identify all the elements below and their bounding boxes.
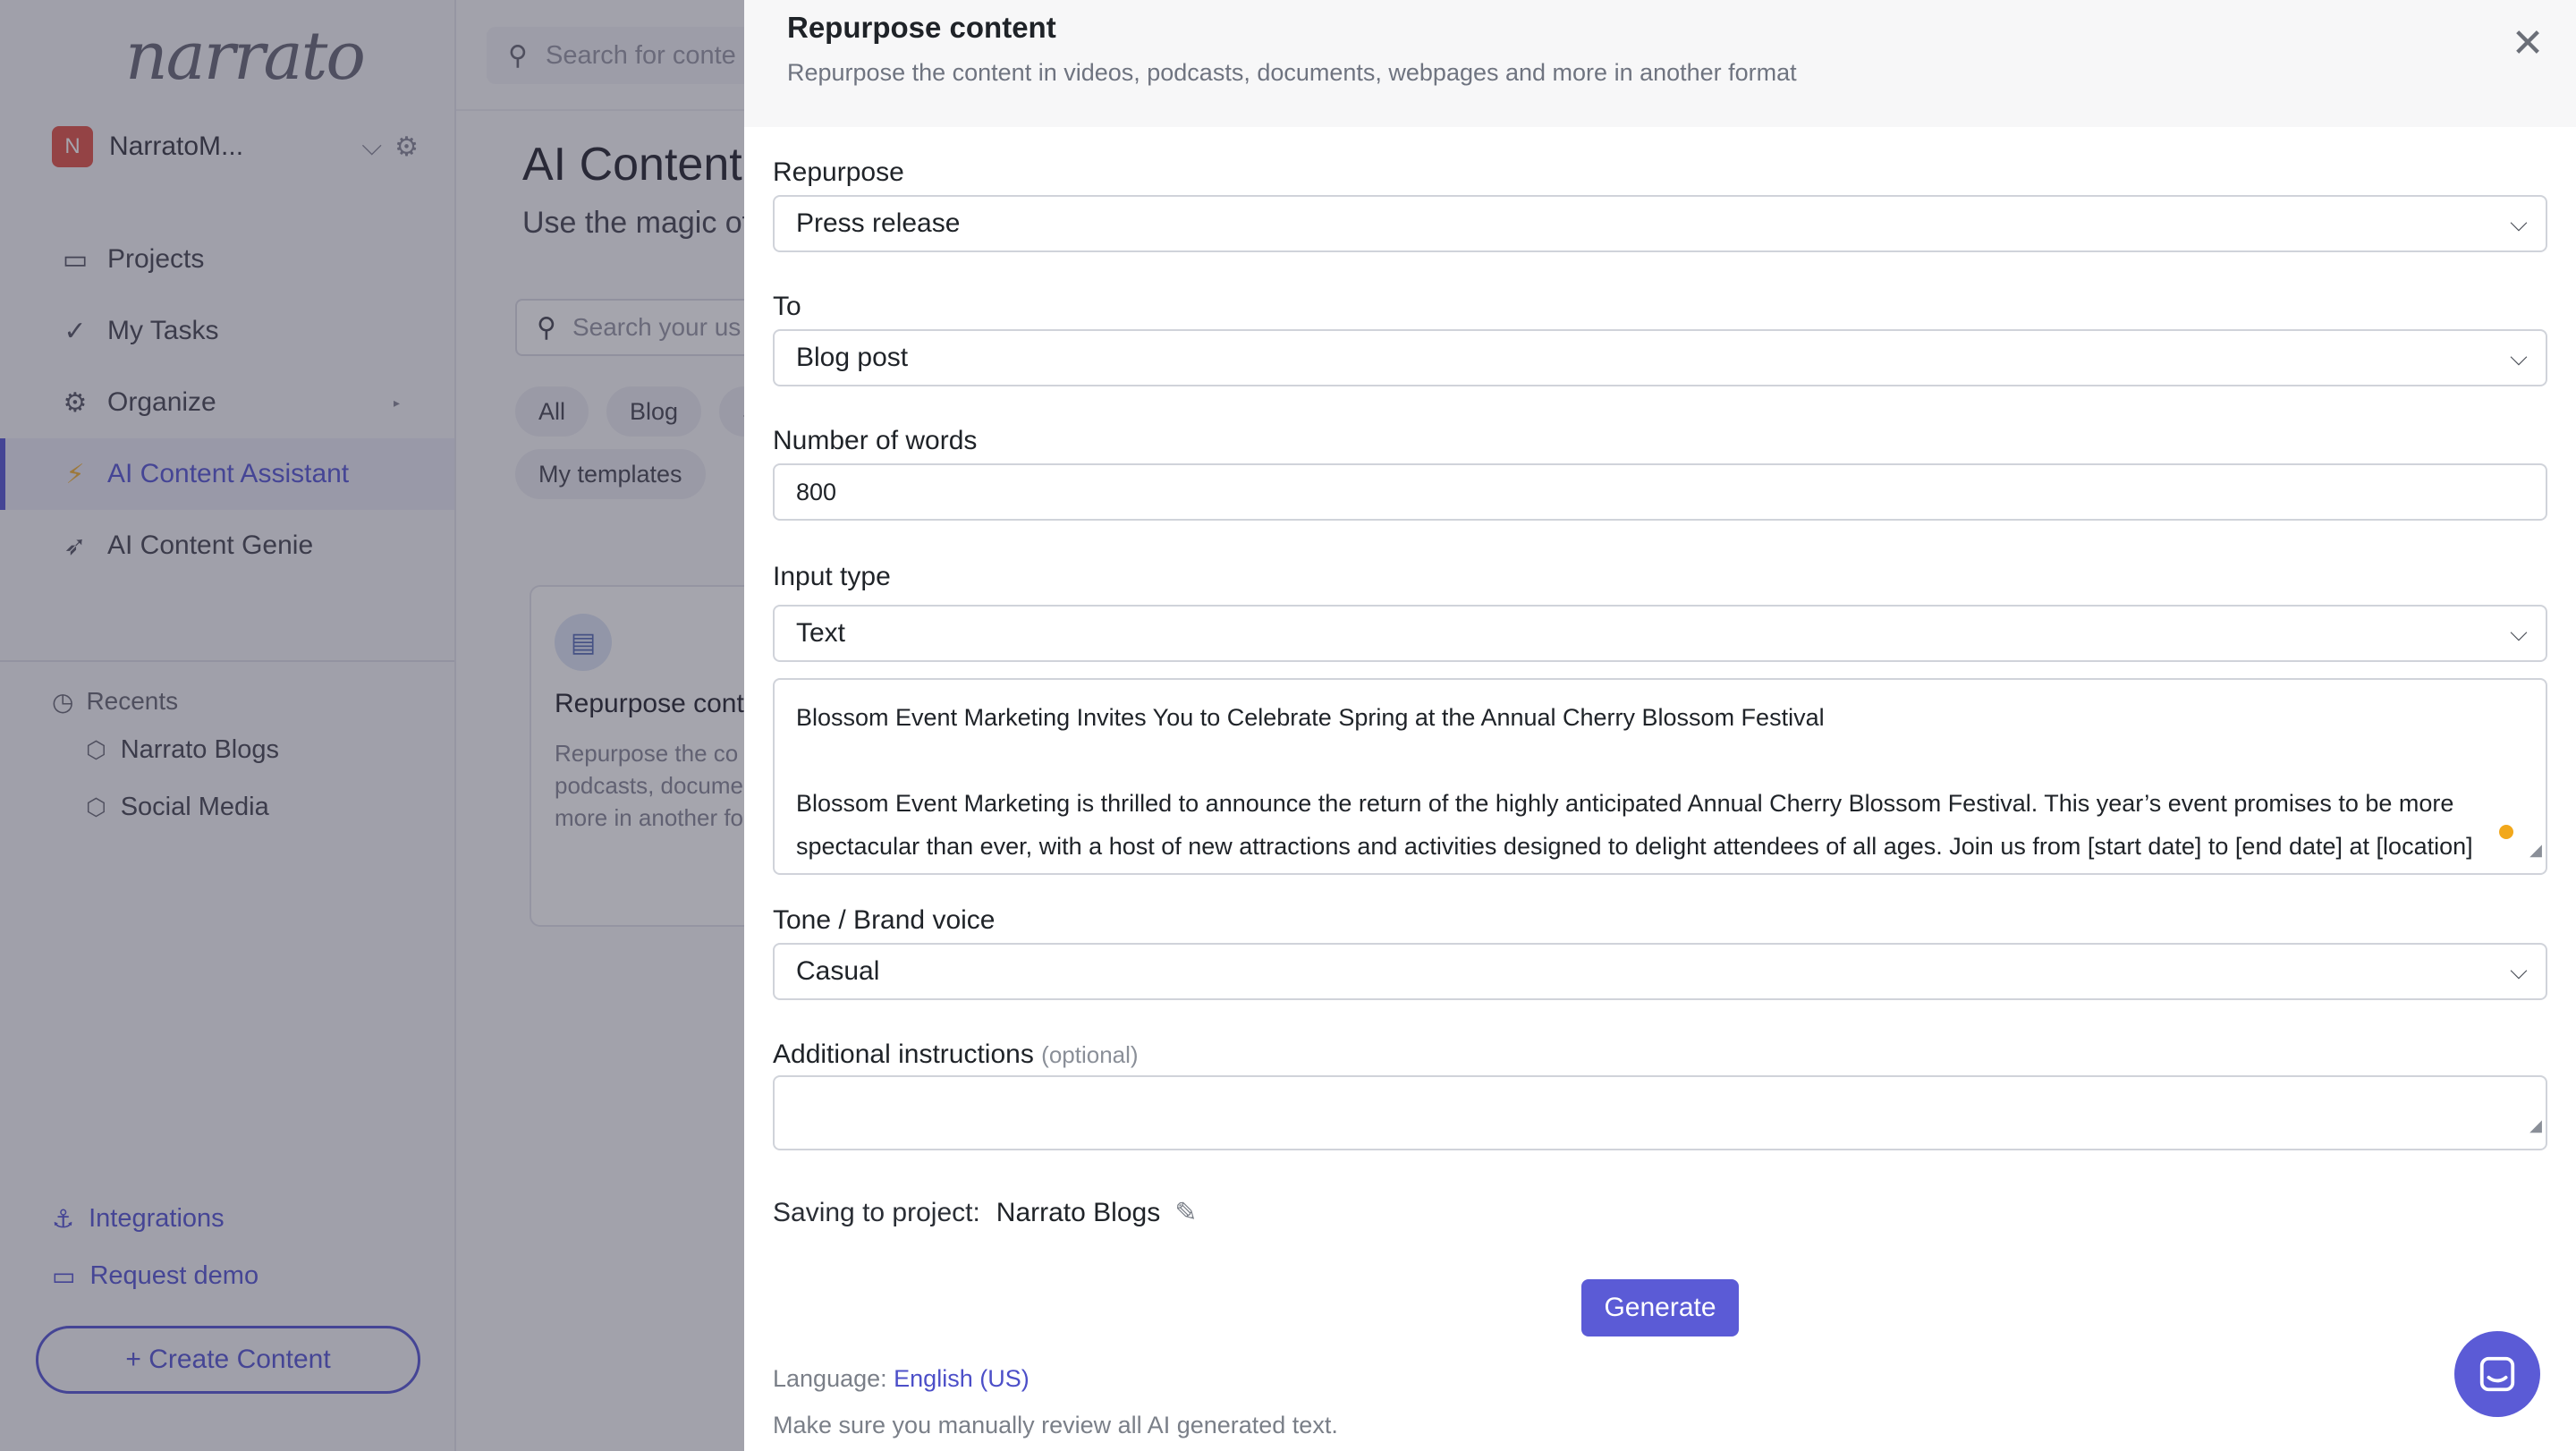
chat-icon <box>2479 1356 2515 1392</box>
words-input[interactable]: 800 <box>773 463 2547 521</box>
tone-value: Casual <box>796 956 880 986</box>
repurpose-value: Press release <box>796 208 961 238</box>
to-value: Blog post <box>796 343 909 372</box>
tone-select[interactable]: Casual ⌵ <box>773 943 2547 1000</box>
project-name: Narrato Blogs <box>996 1197 1161 1227</box>
drawer-title: Repurpose content <box>787 11 1056 44</box>
review-note: Make sure you manually review all AI gen… <box>773 1412 1338 1438</box>
input-text-line: Blossom Event Marketing is thrilled to a… <box>796 790 2454 817</box>
input-type-label: Input type <box>773 562 891 591</box>
additional-label-text: Additional instructions <box>773 1039 1034 1069</box>
to-select[interactable]: Blog post ⌵ <box>773 329 2547 386</box>
saving-label: Saving to project: <box>773 1197 980 1227</box>
chat-launcher-button[interactable] <box>2454 1331 2540 1417</box>
saving-to-project: Saving to project: Narrato Blogs ✎ <box>773 1197 1197 1228</box>
repurpose-drawer: Repurpose content Repurpose the content … <box>744 0 2576 1451</box>
resize-handle-icon[interactable]: ◢ <box>2529 1104 2542 1147</box>
edit-icon[interactable]: ✎ <box>1174 1197 1197 1228</box>
tone-label: Tone / Brand voice <box>773 905 996 935</box>
input-type-select[interactable]: Text ⌵ <box>773 605 2547 662</box>
additional-instructions-label: Additional instructions (optional) <box>773 1039 1139 1070</box>
words-label: Number of words <box>773 426 978 455</box>
modal-overlay[interactable] <box>0 0 744 1451</box>
chevron-down-icon: ⌵ <box>2510 209 2528 236</box>
close-icon[interactable]: ✕ <box>2503 18 2553 68</box>
chevron-down-icon: ⌵ <box>2510 344 2528 370</box>
chevron-down-icon: ⌵ <box>2510 957 2528 984</box>
resize-handle-icon[interactable]: ◢ <box>2529 828 2542 871</box>
chevron-down-icon: ⌵ <box>2510 619 2528 646</box>
language-label: Language: <box>773 1365 887 1392</box>
generate-button[interactable]: Generate <box>1581 1279 1739 1336</box>
drawer-header: Repurpose content Repurpose the content … <box>744 0 2576 127</box>
input-text-area[interactable]: Blossom Event Marketing Invites You to C… <box>773 678 2547 875</box>
optional-hint: (optional) <box>1041 1041 1139 1068</box>
repurpose-select[interactable]: Press release ⌵ <box>773 195 2547 252</box>
drawer-subtitle: Repurpose the content in videos, podcast… <box>787 59 1797 86</box>
language-link[interactable]: English (US) <box>894 1365 1030 1392</box>
repurpose-label: Repurpose <box>773 157 904 187</box>
input-text-line: spectacular than ever, with a host of ne… <box>796 833 2473 860</box>
input-type-value: Text <box>796 618 846 648</box>
language-setting: Language: English (US) <box>773 1365 1030 1393</box>
additional-instructions-input[interactable]: ◢ <box>773 1075 2547 1150</box>
warning-dot-icon <box>2499 825 2513 839</box>
input-text-line: Blossom Event Marketing Invites You to C… <box>796 704 1825 731</box>
input-text-line <box>796 739 2524 782</box>
to-label: To <box>773 292 801 321</box>
